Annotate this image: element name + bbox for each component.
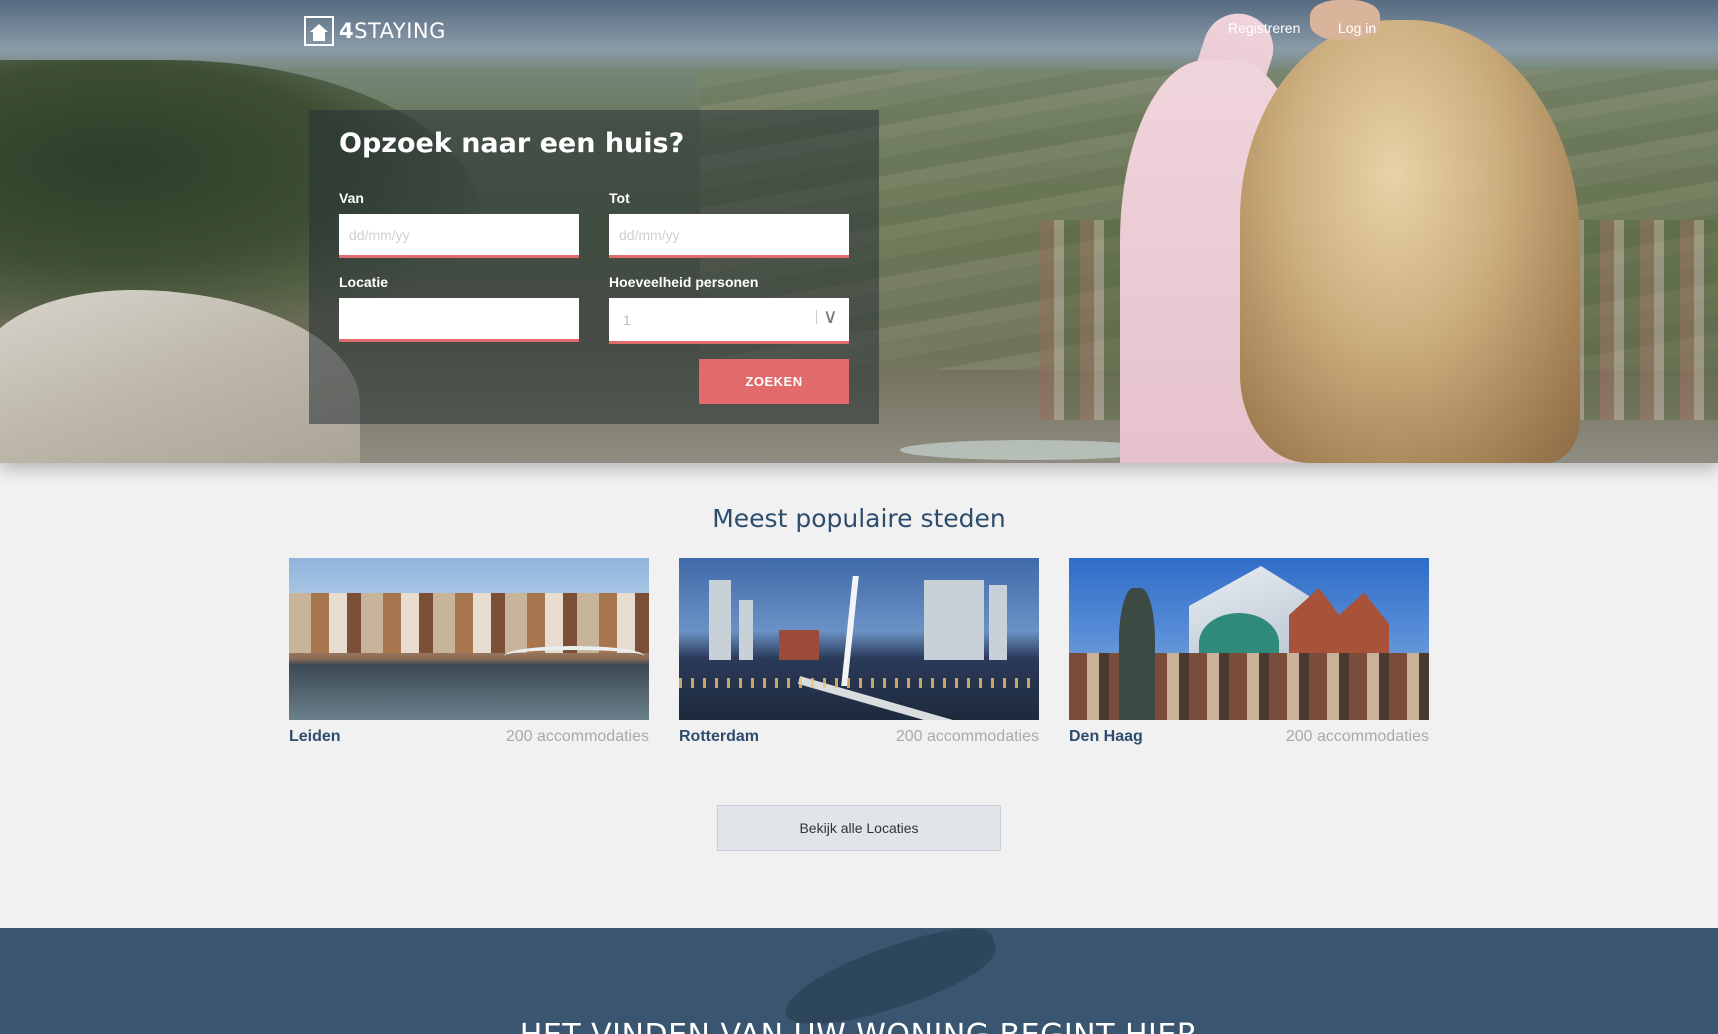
house-logo-icon xyxy=(304,16,334,46)
select-divider xyxy=(816,310,817,324)
persons-label: Hoeveelheid personen xyxy=(609,274,759,290)
persons-select[interactable]: 1 ∨ xyxy=(609,298,849,344)
register-link[interactable]: Registreren xyxy=(1228,20,1300,36)
leiden-bridge xyxy=(504,646,644,666)
search-panel: Opzoek naar een huis? Van Tot Locatie Ho… xyxy=(309,110,879,424)
city-lights xyxy=(679,678,1039,688)
popular-cities-title: Meest populaire steden xyxy=(712,504,1006,533)
city-count: 200 accommodaties xyxy=(1285,728,1429,745)
city-card-den-haag[interactable]: Den Haag 200 accommodaties xyxy=(1069,558,1429,745)
city-count: 200 accommodaties xyxy=(505,728,649,745)
rotterdam-building xyxy=(779,630,819,660)
city-count: 200 accommodaties xyxy=(895,728,1039,745)
persons-select-value: 1 xyxy=(623,312,631,328)
erasmus-bridge-pylon xyxy=(841,576,859,686)
search-title: Opzoek naar een huis? xyxy=(339,128,685,159)
rotterdam-tower xyxy=(709,580,731,660)
to-date-input[interactable] xyxy=(609,214,849,258)
location-input[interactable] xyxy=(339,298,579,342)
hero-woman-hair xyxy=(1240,20,1580,463)
city-name[interactable]: Rotterdam xyxy=(679,728,759,746)
to-label: Tot xyxy=(609,190,630,206)
promo-band: HET VINDEN VAN UW WONING BEGINT HIER xyxy=(0,928,1718,1034)
from-date-input[interactable] xyxy=(339,214,579,258)
rotterdam-tower xyxy=(989,585,1007,660)
city-name[interactable]: Leiden xyxy=(289,728,341,746)
city-card-rotterdam[interactable]: Rotterdam 200 accommodaties xyxy=(679,558,1039,745)
site-logo[interactable]: 4STAYING xyxy=(304,16,446,46)
from-label: Van xyxy=(339,190,364,206)
chevron-down-icon: ∨ xyxy=(823,304,838,328)
rotterdam-tower xyxy=(924,580,984,660)
login-link[interactable]: Log in xyxy=(1338,20,1376,36)
location-label: Locatie xyxy=(339,274,389,290)
denhaag-statue xyxy=(1119,588,1155,720)
promo-band-title: HET VINDEN VAN UW WONING BEGINT HIER xyxy=(0,1018,1718,1034)
view-all-locations-button[interactable]: Bekijk alle Locaties xyxy=(717,805,1001,851)
rotterdam-tower xyxy=(739,600,753,660)
leiden-houses xyxy=(289,593,649,653)
logo-text: 4STAYING xyxy=(339,19,446,43)
city-name[interactable]: Den Haag xyxy=(1069,728,1143,746)
city-card-leiden[interactable]: Leiden 200 accommodaties xyxy=(289,558,649,745)
city-image-den-haag[interactable] xyxy=(1069,558,1429,720)
city-image-rotterdam[interactable] xyxy=(679,558,1039,720)
search-button[interactable]: ZOEKEN xyxy=(699,359,849,404)
city-image-leiden[interactable] xyxy=(289,558,649,720)
